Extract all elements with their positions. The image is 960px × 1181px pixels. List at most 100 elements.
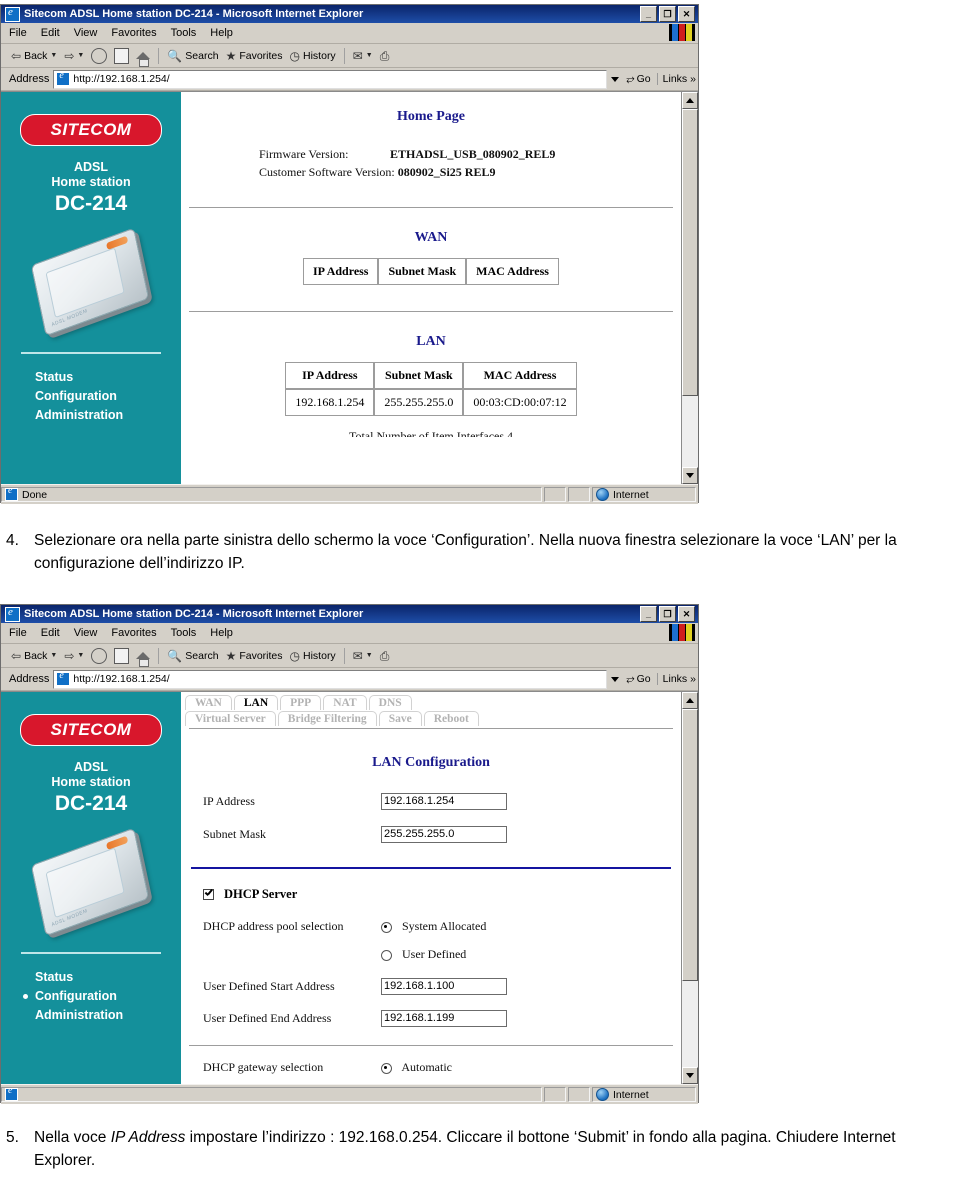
home-button[interactable]	[134, 52, 152, 67]
restore-button[interactable]: ❐	[659, 6, 676, 22]
automatic-radio[interactable]	[381, 1062, 392, 1074]
address-input[interactable]: http://192.168.1.254/	[53, 69, 608, 89]
gateway-option-automatic[interactable]: Automatic	[381, 1060, 452, 1075]
subnet-mask-input[interactable]: 255.255.255.0	[381, 826, 507, 843]
menu-file[interactable]: File	[9, 627, 27, 639]
favorites-button[interactable]: ★ Favorites	[224, 50, 285, 62]
favorites-button[interactable]: ★ Favorites	[224, 650, 285, 662]
close-button[interactable]: ✕	[678, 6, 695, 22]
sidebar-item-administration[interactable]: Administration	[21, 406, 161, 425]
page-icon	[56, 70, 71, 86]
search-button[interactable]: 🔍 Search	[165, 50, 220, 62]
scroll-down-button[interactable]	[682, 1067, 698, 1084]
address-input[interactable]: http://192.168.1.254/	[53, 669, 608, 689]
status-zone-pane: Internet	[592, 487, 696, 502]
minimize-button[interactable]: _	[640, 6, 657, 22]
ip-address-input[interactable]: 192.168.1.254	[381, 793, 507, 810]
menu-tools[interactable]: Tools	[171, 27, 197, 39]
menu-view[interactable]: View	[74, 27, 98, 39]
system-allocated-radio[interactable]	[381, 921, 392, 933]
menu-edit[interactable]: Edit	[41, 627, 60, 639]
back-dropdown-icon[interactable]: ▼	[50, 52, 57, 59]
scroll-track[interactable]	[682, 709, 698, 1067]
stop-button[interactable]	[89, 647, 109, 664]
go-button[interactable]: ⥂ Go	[626, 73, 650, 86]
print-button[interactable]: ⎙	[378, 50, 392, 62]
menu-tools[interactable]: Tools	[171, 627, 197, 639]
tab-wan[interactable]: WAN	[185, 695, 232, 710]
product-family: ADSL Home station	[51, 160, 130, 190]
divider-wan	[189, 207, 673, 208]
forward-dropdown-icon[interactable]: ▼	[77, 652, 84, 659]
home-icon	[136, 52, 151, 67]
sidebar-item-status[interactable]: Status	[21, 368, 161, 387]
tab-bridge-filtering[interactable]: Bridge Filtering	[277, 711, 377, 726]
scroll-thumb[interactable]	[682, 109, 698, 396]
start-address-row: User Defined Start Address 192.168.1.100	[203, 978, 681, 995]
address-dropdown-icon[interactable]	[611, 676, 620, 682]
mail-button[interactable]: ✉ ▼	[351, 50, 375, 62]
menu-favorites[interactable]: Favorites	[111, 627, 156, 639]
vertical-scrollbar-home[interactable]	[681, 92, 698, 484]
menu-help[interactable]: Help	[210, 27, 233, 39]
mail-dropdown-icon[interactable]: ▼	[366, 652, 373, 659]
print-button[interactable]: ⎙	[378, 650, 392, 662]
pool-option-system-allocated[interactable]: System Allocated	[381, 919, 486, 934]
tab-virtual-server[interactable]: Virtual Server	[185, 711, 276, 726]
scroll-up-button[interactable]	[682, 92, 698, 109]
menu-file[interactable]: File	[9, 27, 27, 39]
menu-view[interactable]: View	[74, 627, 98, 639]
home-button[interactable]	[134, 652, 152, 667]
user-defined-radio[interactable]	[381, 949, 392, 961]
back-dropdown-icon[interactable]: ▼	[50, 652, 57, 659]
address-dropdown-icon[interactable]	[611, 76, 620, 82]
ie-logo-icon	[5, 606, 20, 622]
links-button[interactable]: Links »	[656, 673, 696, 685]
tab-ppp[interactable]: PPP	[280, 695, 322, 710]
lan-header-mac: MAC Address	[463, 362, 577, 389]
pool-option-user-defined[interactable]: User Defined	[381, 947, 466, 962]
dhcp-server-checkbox[interactable]	[203, 888, 214, 900]
sidebar-item-status[interactable]: Status	[21, 968, 161, 987]
tab-save[interactable]: Save	[378, 711, 422, 726]
tab-reboot[interactable]: Reboot	[423, 711, 479, 726]
sidebar-item-configuration[interactable]: Configuration	[21, 387, 161, 406]
vertical-scrollbar-lan[interactable]	[681, 692, 698, 1084]
minimize-button[interactable]: _	[640, 606, 657, 622]
close-button[interactable]: ✕	[678, 606, 695, 622]
menu-favorites[interactable]: Favorites	[111, 27, 156, 39]
refresh-button[interactable]	[112, 47, 131, 64]
menu-edit[interactable]: Edit	[41, 27, 60, 39]
back-button[interactable]: ⇦ Back ▼	[9, 650, 59, 662]
mail-button[interactable]: ✉ ▼	[351, 650, 375, 662]
history-button[interactable]: ◷ History	[288, 50, 338, 62]
tab-nat[interactable]: NAT	[323, 695, 367, 710]
sidebar-item-administration[interactable]: Administration	[21, 1006, 161, 1025]
dhcp-server-row[interactable]: DHCP Server	[203, 885, 681, 903]
menu-help[interactable]: Help	[210, 627, 233, 639]
forward-dropdown-icon[interactable]: ▼	[77, 52, 84, 59]
search-button[interactable]: 🔍 Search	[165, 650, 220, 662]
end-address-input[interactable]: 192.168.1.199	[381, 1010, 507, 1027]
tab-lan[interactable]: LAN	[233, 695, 279, 710]
start-address-input[interactable]: 192.168.1.100	[381, 978, 507, 995]
links-button[interactable]: Links »	[656, 73, 696, 85]
back-button[interactable]: ⇦ Back ▼	[9, 50, 59, 62]
scroll-thumb[interactable]	[682, 709, 698, 981]
go-button[interactable]: ⥂ Go	[626, 673, 650, 686]
scroll-down-button[interactable]	[682, 467, 698, 484]
forward-button[interactable]: ⇨ ▼	[62, 50, 86, 62]
tab-dns[interactable]: DNS	[368, 695, 412, 710]
mail-dropdown-icon[interactable]: ▼	[366, 52, 373, 59]
scroll-track[interactable]	[682, 109, 698, 467]
stop-button[interactable]	[89, 47, 109, 64]
end-address-row: User Defined End Address 192.168.1.199	[203, 1010, 681, 1027]
restore-button[interactable]: ❐	[659, 606, 676, 622]
forward-button[interactable]: ⇨ ▼	[62, 650, 86, 662]
refresh-button[interactable]	[112, 647, 131, 664]
sidebar-item-configuration[interactable]: Configuration	[21, 987, 161, 1006]
subnet-mask-label: Subnet Mask	[203, 827, 266, 841]
scroll-up-button[interactable]	[682, 692, 698, 709]
history-button[interactable]: ◷ History	[288, 650, 338, 662]
status-page-icon	[5, 1085, 18, 1101]
